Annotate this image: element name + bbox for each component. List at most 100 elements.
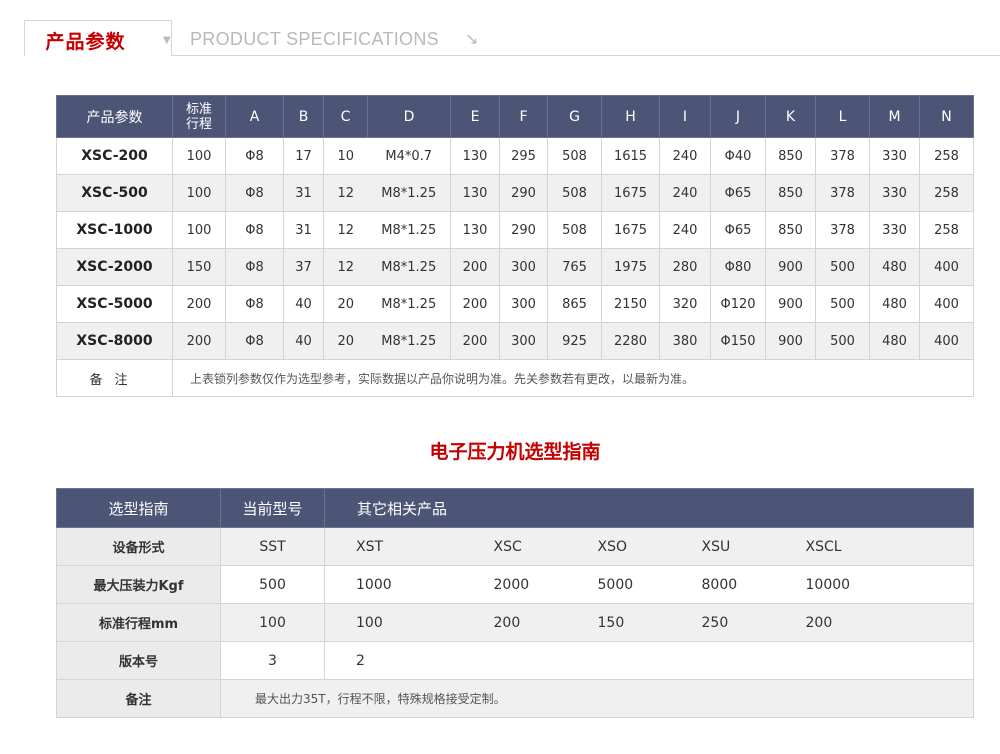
spec-cell: 100 [172, 137, 226, 175]
spec-cell: 295 [499, 137, 548, 175]
related-product-cell: 8000 [669, 565, 774, 604]
spec-cell: 480 [869, 248, 920, 286]
spec-cell: 850 [765, 211, 816, 249]
related-product-cell: 100 [324, 603, 462, 642]
spec-cell: 900 [765, 322, 816, 360]
spec-header: H [601, 95, 660, 138]
spec-cell: Φ80 [710, 248, 766, 286]
guide-row: 版本号 3 2 [56, 641, 975, 680]
spec-cell: 2280 [601, 322, 660, 360]
spec-cell: M8*1.25 [367, 285, 451, 323]
spec-cell: M8*1.25 [367, 248, 451, 286]
spec-cell: Φ8 [225, 137, 284, 175]
related-product-cell: 250 [669, 603, 774, 642]
related-product-cell: 5000 [565, 565, 670, 604]
spec-cell: 1615 [601, 137, 660, 175]
spec-cell: 765 [547, 248, 602, 286]
related-product-cell: 200 [773, 603, 975, 642]
spec-cell: Φ120 [710, 285, 766, 323]
spec-cell: M8*1.25 [367, 211, 451, 249]
spec-cell: 130 [450, 211, 500, 249]
spec-header: K [765, 95, 816, 138]
spec-header: A [225, 95, 284, 138]
spec-cell: 240 [659, 174, 711, 212]
spec-cell: 1675 [601, 174, 660, 212]
spec-cell: 20 [323, 285, 368, 323]
spec-cell: 200 [172, 285, 226, 323]
spec-cell: 280 [659, 248, 711, 286]
spec-cell: 290 [499, 211, 548, 249]
guide-row-label: 标准行程mm [56, 603, 221, 642]
spec-header: J [710, 95, 766, 138]
spec-cell: 17 [283, 137, 324, 175]
spec-cell: 130 [450, 137, 500, 175]
guide-row-label: 版本号 [56, 641, 221, 680]
guide-row: 标准行程mm 100 100 200 150 250 200 [56, 603, 975, 642]
note-label: 备注 [56, 359, 173, 397]
spec-row: XSC-5000 200 Φ8 40 20 M8*1.25 200 300 865 2150 320… [56, 285, 974, 323]
spec-cell: 378 [815, 174, 870, 212]
note-text: 上表锁列参数仅作为选型参考，实际数据以产品你说明为准。先关参数若有更改，以最新为… [172, 359, 974, 397]
current-model-cell: 100 [220, 603, 325, 642]
related-product-cell [565, 641, 670, 680]
spec-cell: 400 [919, 322, 974, 360]
spec-cell: 31 [283, 211, 324, 249]
spec-cell: 200 [172, 322, 226, 360]
spec-cell: 380 [659, 322, 711, 360]
current-model-cell: SST [220, 527, 325, 566]
spec-cell: 37 [283, 248, 324, 286]
spec-cell: 258 [919, 137, 974, 175]
model-cell: XSC-5000 [56, 285, 173, 323]
guide-note-text: 最大出力35T，行程不限，特殊规格接受定制。 [219, 679, 975, 718]
spec-cell: 40 [283, 285, 324, 323]
related-product-cell: 2000 [461, 565, 566, 604]
current-model-cell: 500 [220, 565, 325, 604]
spec-cell: Φ65 [710, 174, 766, 212]
spec-cell: 258 [919, 174, 974, 212]
spec-cell: Φ8 [225, 285, 284, 323]
model-cell: XSC-1000 [56, 211, 173, 249]
spec-cell: 480 [869, 285, 920, 323]
guide-header: 其它相关产品 [323, 488, 975, 528]
triangle-down-icon: ▼ [163, 35, 171, 46]
spec-cell: M8*1.25 [367, 174, 451, 212]
model-cell: XSC-2000 [56, 248, 173, 286]
spec-cell: 2150 [601, 285, 660, 323]
spec-cell: 290 [499, 174, 548, 212]
guide-header: 当前型号 [220, 488, 325, 528]
related-product-cell [669, 641, 774, 680]
spec-cell: Φ40 [710, 137, 766, 175]
spec-cell: M8*1.25 [367, 322, 451, 360]
spec-header: 产品参数 [56, 95, 173, 138]
guide-table: 选型指南 当前型号 其它相关产品 设备形式 SST XST XSC XSO XSU XSCL… [56, 488, 975, 718]
section-title: 产品参数 [45, 31, 126, 53]
spec-cell: 900 [765, 248, 816, 286]
spec-cell: 10 [323, 137, 368, 175]
spec-header: C [323, 95, 368, 138]
related-product-cell: 10000 [773, 565, 975, 604]
related-product-cell: 150 [565, 603, 670, 642]
spec-cell: 500 [815, 322, 870, 360]
spec-cell: 240 [659, 211, 711, 249]
spec-note-row: 备注 上表锁列参数仅作为选型参考，实际数据以产品你说明为准。先关参数若有更改，以最… [56, 359, 974, 397]
guide-row-label: 设备形式 [56, 527, 221, 566]
spec-cell: 12 [323, 174, 368, 212]
spec-header: F [499, 95, 548, 138]
spec-cell: 330 [869, 211, 920, 249]
spec-cell: 900 [765, 285, 816, 323]
model-cell: XSC-8000 [56, 322, 173, 360]
spec-cell: 12 [323, 211, 368, 249]
spec-cell: 40 [283, 322, 324, 360]
model-cell: XSC-500 [56, 174, 173, 212]
spec-header: D [367, 95, 451, 138]
spec-cell: Φ65 [710, 211, 766, 249]
section-subtitle: PRODUCT SPECIFICATIONS [190, 29, 439, 49]
spec-cell: Φ150 [710, 322, 766, 360]
spec-cell: 240 [659, 137, 711, 175]
spec-cell: 100 [172, 211, 226, 249]
guide-row-label: 最大压装力Kgf [56, 565, 221, 604]
spec-cell: 200 [450, 322, 500, 360]
related-product-cell: XST [324, 527, 462, 566]
spec-cell: 865 [547, 285, 602, 323]
spec-cell: 300 [499, 322, 548, 360]
